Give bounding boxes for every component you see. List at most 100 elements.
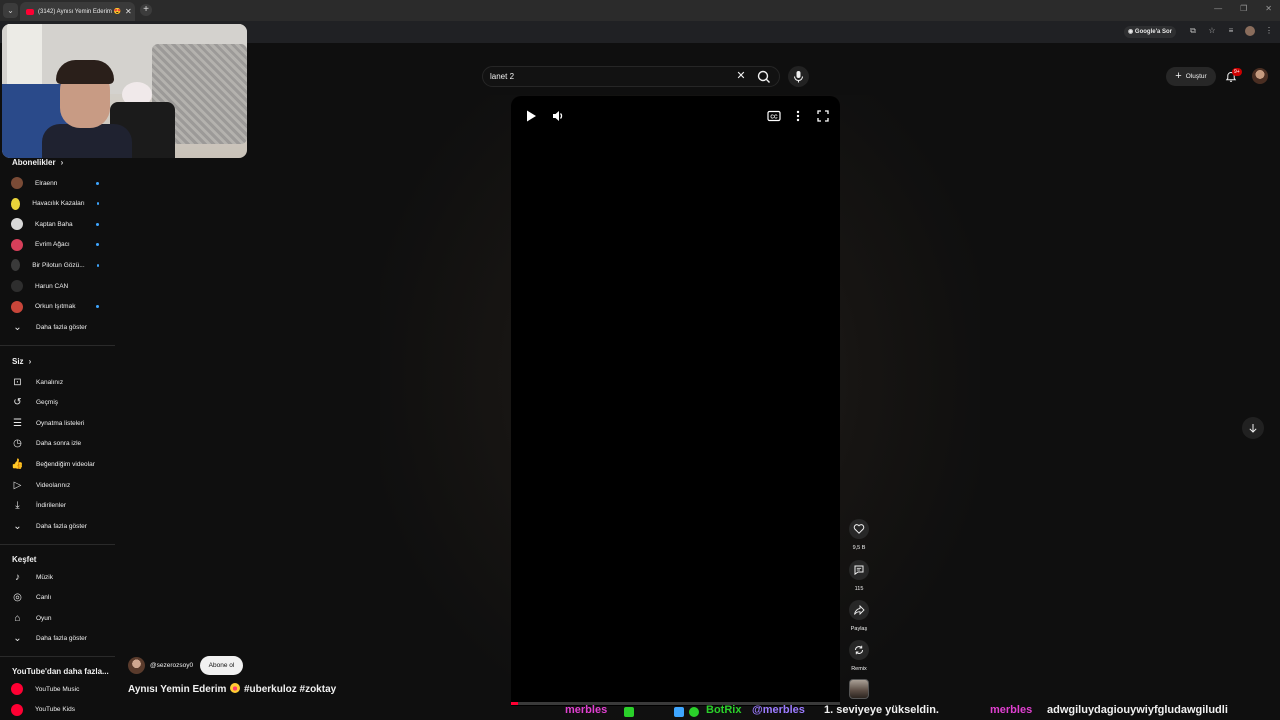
- sidebar-item-downloads[interactable]: ⤓ İndirilenler: [0, 496, 115, 516]
- remix-button[interactable]: [849, 640, 869, 660]
- stream-chat-overlay: merbles BotRix @merbles 1. seviyeye yüks…: [511, 702, 1280, 720]
- tab-list-button[interactable]: ⌄: [3, 3, 18, 18]
- sidebar-item-channel[interactable]: ⊡ Kanalınız: [0, 372, 115, 392]
- sidebar-item-liked[interactable]: 👍 Beğendiğim videolar: [0, 454, 115, 474]
- install-app-icon[interactable]: ⧉: [1188, 26, 1198, 36]
- comment-count: 115: [854, 586, 864, 592]
- new-tab-button[interactable]: +: [140, 4, 152, 16]
- chat-username: merbles: [990, 704, 1033, 716]
- sidebar-item-playlists[interactable]: ☰ Oynatma listeleri: [0, 413, 115, 433]
- sidebar-item-gaming[interactable]: ⌂ Oyun: [0, 608, 115, 628]
- sidebar-item-label: Kaptan Baha: [35, 220, 73, 228]
- sidebar-item-watch-later[interactable]: ◷ Daha sonra izle: [0, 434, 115, 454]
- search-button[interactable]: [756, 69, 772, 85]
- video-title-hashtags[interactable]: #uberkuloz #zoktay: [244, 684, 336, 695]
- comment-icon: [854, 565, 864, 576]
- tab-close-icon[interactable]: ✕: [125, 7, 135, 16]
- sidebar-item-music[interactable]: ♪ Müzik: [0, 567, 115, 587]
- show-more-button[interactable]: ⌄ Daha fazla göster: [0, 317, 115, 337]
- more-options-icon[interactable]: [790, 108, 806, 124]
- youtube-favicon-icon: [26, 8, 34, 15]
- share-button[interactable]: [849, 600, 869, 620]
- shorts-video-player[interactable]: CC: [511, 96, 840, 706]
- sidebar-item-live[interactable]: ◎ Canlı: [0, 588, 115, 608]
- sidebar-item-subscription[interactable]: Harun CAN: [0, 276, 115, 296]
- sidebar-item-subscription[interactable]: Havacılık Kazaları: [0, 194, 115, 214]
- share-label: Paylaş: [850, 626, 868, 632]
- channel-avatar: [11, 197, 21, 210]
- you-heading[interactable]: Siz ›: [12, 357, 31, 366]
- user-avatar[interactable]: [1252, 68, 1268, 84]
- sidebar-item-label: Evrim Ağacı: [35, 241, 70, 249]
- sidebar: Abonelikler › Elraenn Havacılık Kazaları Kap…: [0, 150, 120, 720]
- notification-badge: 9+: [1232, 68, 1242, 76]
- explore-heading[interactable]: Keşfet: [12, 555, 36, 564]
- chevron-right-icon: ›: [60, 158, 64, 167]
- remix-icon: [855, 645, 863, 655]
- fullscreen-icon[interactable]: [815, 108, 831, 124]
- sidebar-item-label: Canlı: [36, 594, 52, 602]
- search-clear-icon[interactable]: ✕: [736, 70, 746, 82]
- share-icon: [854, 604, 865, 616]
- create-button[interactable]: + Oluştur: [1166, 67, 1216, 86]
- sidebar-item-label: İndirilenler: [36, 502, 66, 510]
- close-window-icon[interactable]: ✕: [1265, 4, 1272, 13]
- bot-badge-icon: [674, 707, 684, 717]
- show-more-button[interactable]: ⌄ Daha fazla göster: [0, 516, 115, 536]
- channel-handle[interactable]: @sezerozsoy0: [150, 662, 193, 669]
- media-control-icon[interactable]: ≡: [1226, 26, 1236, 36]
- channel-icon: ⊡: [13, 376, 22, 388]
- new-content-dot: [96, 181, 99, 185]
- show-more-button[interactable]: ⌄ Daha fazla göster: [0, 628, 115, 648]
- volume-icon[interactable]: [550, 108, 566, 124]
- search-icon: [757, 70, 770, 83]
- restore-icon[interactable]: ❐: [1240, 4, 1247, 13]
- play-icon[interactable]: [523, 108, 539, 124]
- google-sor-label: Google'a Sor: [1134, 29, 1173, 35]
- comment-button[interactable]: [849, 560, 869, 580]
- sidebar-item-label: Daha fazla göster: [36, 522, 87, 530]
- lens-icon: ◉: [1128, 29, 1135, 35]
- channel-avatar[interactable]: [128, 657, 145, 674]
- like-button[interactable]: [849, 519, 869, 539]
- gaming-icon: ⌂: [14, 612, 21, 624]
- watch-later-icon: ◷: [13, 438, 22, 450]
- sidebar-item-label: Bir Pilotun Gözü...: [32, 261, 85, 269]
- sidebar-item-history[interactable]: ↺ Geçmiş: [0, 393, 115, 413]
- new-content-dot: [96, 222, 99, 226]
- minimize-icon[interactable]: —: [1214, 4, 1222, 13]
- sidebar-item-your-videos[interactable]: ▷ Videolarınız: [0, 475, 115, 495]
- subscribe-button[interactable]: Abone ol: [200, 656, 243, 675]
- channel-avatar: [11, 218, 23, 231]
- voice-search-button[interactable]: [788, 66, 809, 87]
- browser-tab-active[interactable]: (3142) Aynısı Yemin Ederim 😍 ✕: [20, 2, 135, 21]
- microphone-icon: [793, 71, 804, 83]
- browser-profile-avatar[interactable]: [1245, 26, 1255, 36]
- sidebar-item-youtube-app[interactable]: YouTube Kids: [0, 700, 115, 720]
- more-from-youtube-heading[interactable]: YouTube'dan daha fazla...: [12, 667, 109, 676]
- sidebar-item-subscription[interactable]: Orkun Işıtmak: [0, 297, 115, 317]
- google-sor-button[interactable]: ◉ Google'a Sor: [1124, 26, 1177, 38]
- subscriptions-heading-label: Abonelikler: [12, 158, 56, 167]
- webcam-overlay: [2, 24, 247, 158]
- channel-avatar: [11, 300, 23, 313]
- sidebar-item-subscription[interactable]: Elraenn: [0, 173, 115, 193]
- webcam-person-hair: [56, 60, 114, 84]
- captions-icon[interactable]: CC: [766, 108, 782, 124]
- downloads-icon: ⤓: [15, 500, 20, 512]
- tab-title: (3142) Aynısı Yemin Ederim 😍: [38, 9, 121, 15]
- subscriptions-heading[interactable]: Abonelikler ›: [12, 158, 63, 167]
- sidebar-divider: [0, 656, 115, 657]
- bookmark-star-icon[interactable]: ☆: [1207, 26, 1217, 36]
- plus-icon: +: [1175, 70, 1182, 82]
- next-short-button[interactable]: [1242, 417, 1264, 439]
- sidebar-item-subscription[interactable]: Evrim Ağacı: [0, 235, 115, 255]
- sidebar-item-label: Daha sonra izle: [36, 440, 82, 448]
- browser-menu-icon[interactable]: ⋮: [1264, 26, 1274, 36]
- sidebar-item-subscription[interactable]: Kaptan Baha: [0, 214, 115, 234]
- sidebar-item-youtube-app[interactable]: YouTube Music: [0, 679, 115, 699]
- sidebar-item-subscription[interactable]: Bir Pilotun Gözü...: [0, 255, 115, 275]
- search-input[interactable]: [490, 72, 730, 81]
- sound-thumbnail[interactable]: [849, 679, 869, 699]
- toolbar-icons: ⧉ ☆ ≡ ⋮: [1188, 26, 1274, 36]
